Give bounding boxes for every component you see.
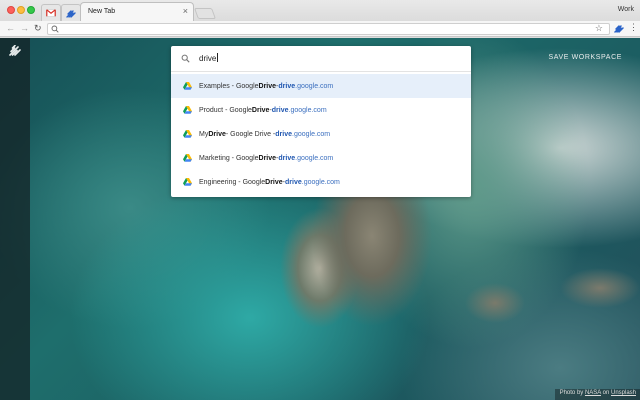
result-title-match: Drive [258, 82, 277, 90]
result-title-separator: - Google Drive - [225, 130, 276, 138]
result-host-rest: .google.com [295, 82, 334, 90]
result-title-prefix: Engineering - Google [199, 178, 266, 186]
close-window-button[interactable] [7, 6, 15, 14]
result-host-rest: .google.com [288, 106, 327, 114]
browser-titlebar: New Tab × Work [0, 0, 640, 21]
maximize-window-button[interactable] [27, 6, 35, 14]
result-title-match: Drive [251, 106, 270, 114]
google-drive-icon [183, 106, 192, 114]
google-drive-icon [183, 130, 192, 138]
search-result-item[interactable]: Examples - Google Drive - drive.google.c… [171, 74, 471, 98]
result-title-prefix: My [199, 130, 209, 138]
pinned-tab-gmail[interactable] [41, 4, 61, 21]
result-host: drive.google.com [275, 131, 330, 138]
browser-toolbar: ← → ↻ ☆ ⋮ [0, 21, 640, 37]
result-title-match: Drive [265, 178, 283, 186]
save-workspace-button[interactable]: SAVE WORKSPACE [549, 54, 623, 61]
forward-arrow-icon[interactable]: → [20, 23, 29, 34]
result-host-match: drive [278, 82, 296, 90]
search-query-text: drive [199, 54, 217, 63]
result-title-prefix: Marketing - Google [199, 154, 259, 162]
address-bar[interactable]: ☆ [47, 23, 610, 35]
reload-icon[interactable]: ↻ [34, 23, 42, 34]
profile-name[interactable]: Work [618, 6, 634, 13]
workona-icon [66, 9, 76, 18]
result-host-rest: .google.com [301, 178, 340, 186]
result-host-match: drive [275, 130, 292, 138]
result-host-rest: .google.com [295, 154, 334, 162]
tab-title: New Tab [88, 8, 116, 15]
pinned-tab-workona[interactable] [61, 4, 81, 21]
result-host-match: drive [285, 178, 302, 186]
search-icon [181, 54, 190, 63]
result-title-prefix: Product - Google [199, 106, 252, 114]
result-host-match: drive [278, 154, 296, 162]
search-result-item[interactable]: Marketing - Google Drive - drive.google.… [171, 146, 471, 170]
workona-logo-icon[interactable] [9, 45, 22, 56]
search-result-item[interactable]: Engineering - Google Drive - drive.googl… [171, 170, 471, 194]
back-arrow-icon[interactable]: ← [6, 23, 15, 34]
result-title-match: Drive [258, 154, 277, 162]
workspace-sidebar [0, 38, 30, 400]
google-drive-icon [183, 82, 192, 90]
page-info-icon[interactable] [51, 25, 59, 33]
google-drive-icon [183, 178, 192, 186]
credit-site-link[interactable]: Unsplash [611, 390, 636, 396]
result-host: drive.google.com [278, 83, 333, 90]
tab-close-icon[interactable]: × [183, 6, 188, 16]
search-result-item[interactable]: My Drive - Google Drive - drive.google.c… [171, 122, 471, 146]
gmail-icon [46, 9, 56, 17]
workona-extension-icon[interactable] [614, 23, 625, 34]
search-input[interactable]: drive [171, 46, 471, 72]
tab-new-tab[interactable]: New Tab × [80, 2, 194, 21]
text-caret [217, 53, 219, 62]
browser-menu-icon[interactable]: ⋮ [629, 22, 638, 33]
new-tab-button[interactable] [193, 8, 217, 19]
minimize-window-button[interactable] [17, 6, 25, 14]
credit-author-link[interactable]: NASA [585, 390, 601, 396]
search-result-item[interactable]: Product - Google Drive - drive.google.co… [171, 98, 471, 122]
result-title-match: Drive [208, 130, 226, 138]
bookmark-star-icon[interactable]: ☆ [595, 23, 603, 34]
photo-credit: Photo by NASA on Unsplash [554, 389, 640, 400]
result-host-match: drive [271, 106, 289, 114]
credit-prefix: Photo by [559, 390, 585, 396]
google-drive-icon [183, 154, 192, 162]
result-host: drive.google.com [285, 179, 340, 186]
search-results: Examples - Google Drive - drive.google.c… [171, 74, 471, 194]
result-title-prefix: Examples - Google [199, 82, 259, 90]
search-popup: drive Examples - Google Drive - drive.go… [171, 46, 471, 197]
result-host: drive.google.com [272, 107, 327, 114]
result-host-rest: .google.com [292, 130, 331, 138]
credit-mid: on [600, 390, 611, 396]
result-host: drive.google.com [278, 155, 333, 162]
